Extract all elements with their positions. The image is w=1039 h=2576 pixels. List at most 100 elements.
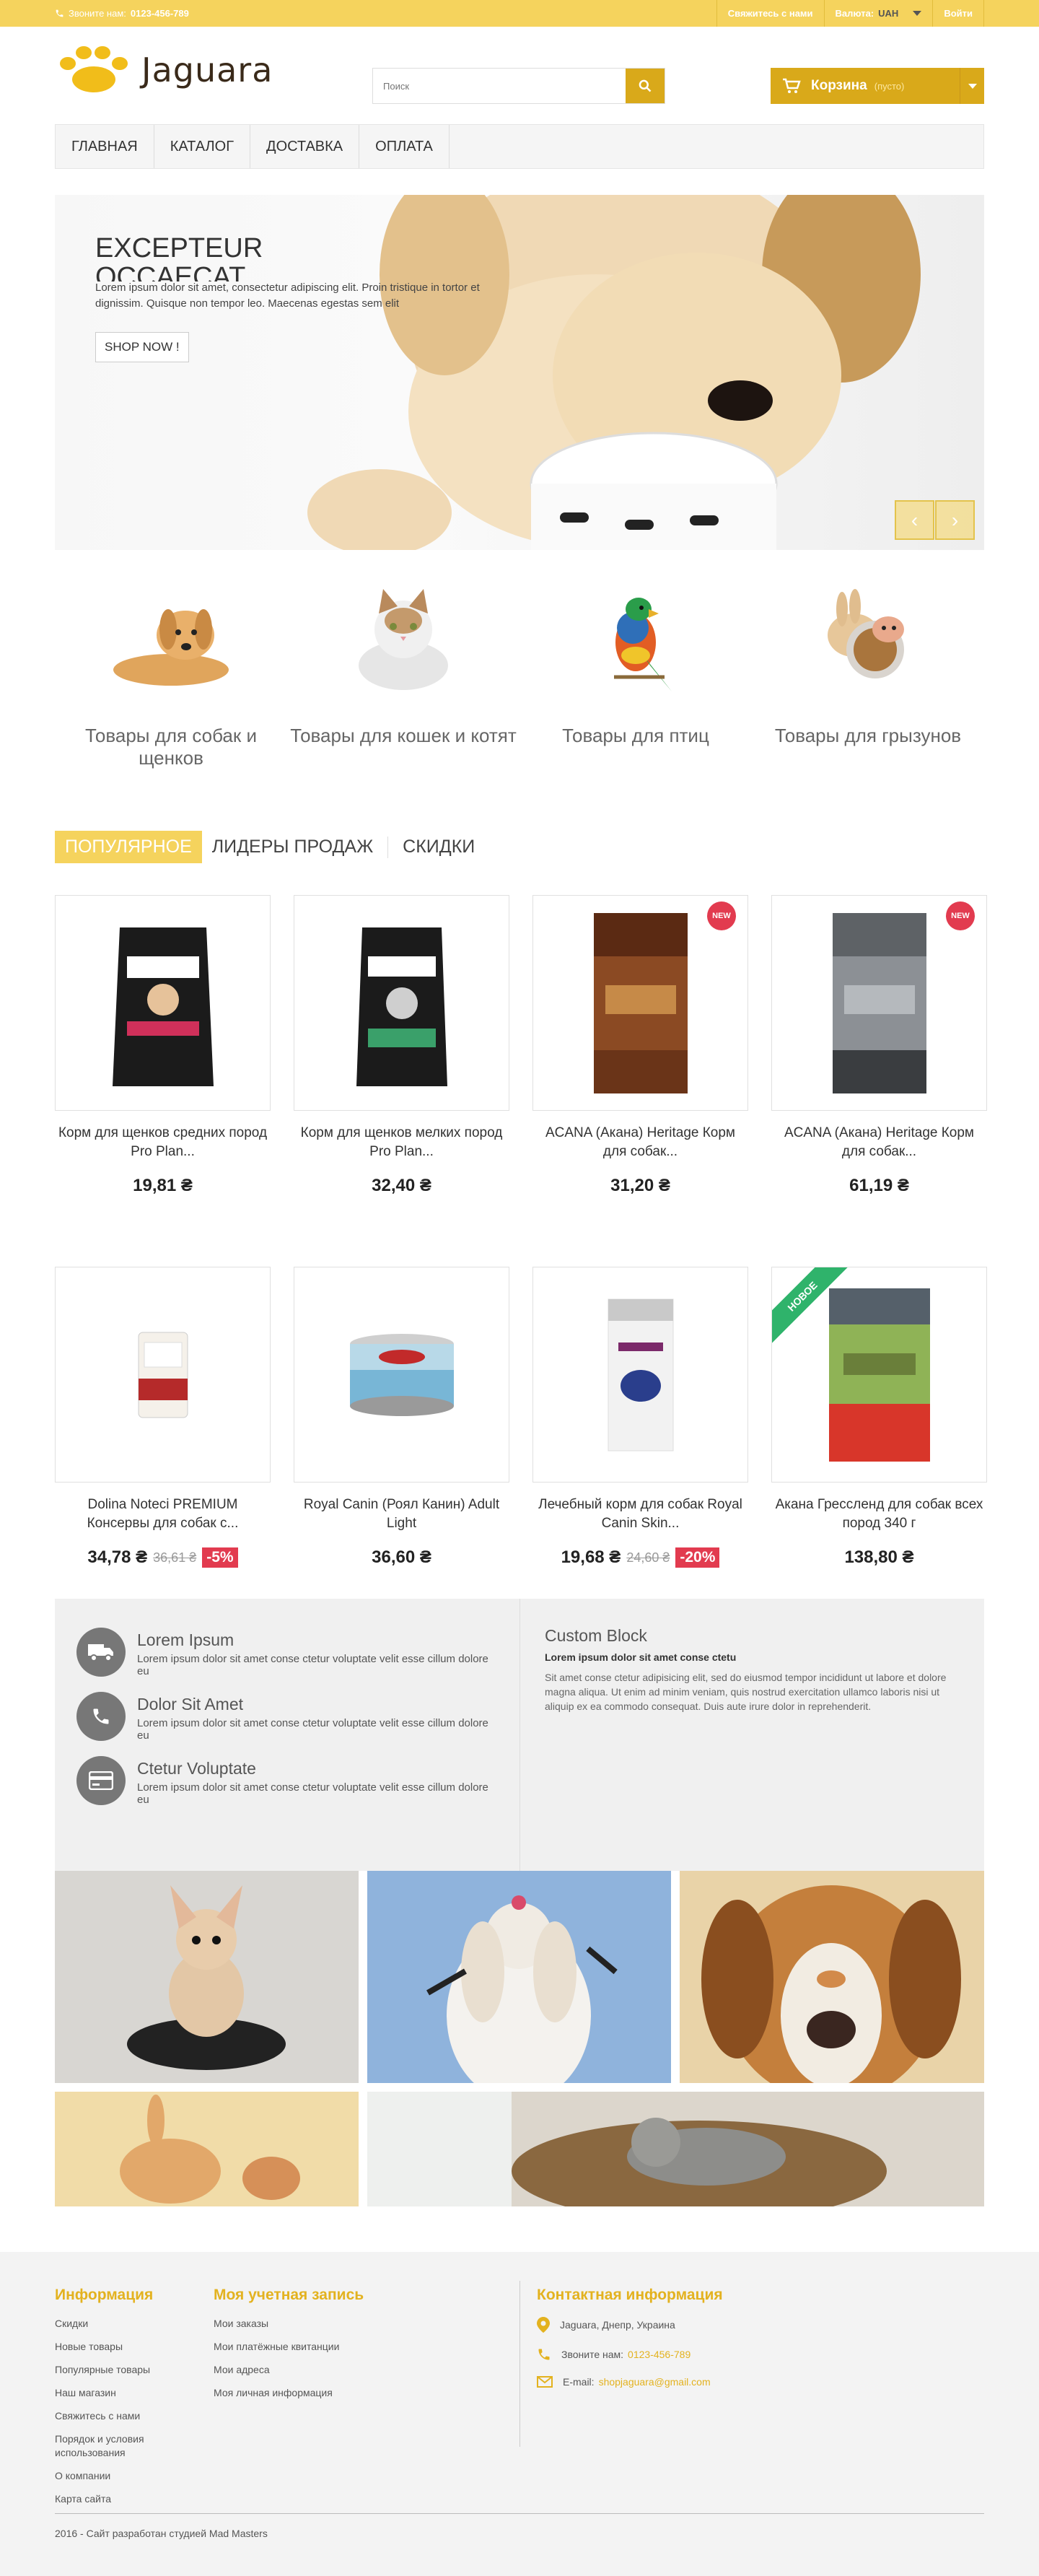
category-birds[interactable]: Товары для птиц: [520, 585, 752, 769]
custom-block-subtitle: Lorem ipsum dolor sit amet conse ctetu: [545, 1651, 737, 1663]
product-image[interactable]: [532, 1267, 748, 1483]
acana-bag-image: [832, 912, 926, 1093]
shop-now-button[interactable]: SHOP NOW !: [95, 332, 189, 362]
nav-item-delivery[interactable]: ДОСТАВКА: [250, 125, 360, 168]
login-link[interactable]: Войти: [932, 0, 984, 27]
product-card[interactable]: NEW ACANA (Акана) Heritage Корм для соба…: [532, 895, 748, 1196]
contact-link[interactable]: Свяжитесь с нами: [716, 0, 824, 27]
cart-dropdown-toggle[interactable]: [960, 68, 984, 104]
footer-link[interactable]: Порядок и условия использования: [55, 2432, 156, 2460]
paw-logo-icon: [60, 46, 128, 92]
category-cats[interactable]: Товары для кошек и котят: [287, 585, 520, 769]
nav-item-catalog[interactable]: КАТАЛОГ: [154, 125, 251, 168]
product-name[interactable]: Корм для щенков мелких пород Pro Plan...: [294, 1124, 509, 1161]
currency-selector[interactable]: Валюта: UAH: [823, 0, 933, 27]
info-block: Lorem Ipsum Lorem ipsum dolor sit amet c…: [55, 1599, 984, 1871]
slider-next-button[interactable]: ›: [935, 500, 975, 540]
search-icon: [639, 79, 652, 92]
footer-account-column: Моя учетная запись Мои заказы Мои платёж…: [214, 2287, 364, 2409]
product-card[interactable]: Лечебный корм для собак Royal Canin Skin…: [532, 1267, 748, 1568]
footer-link[interactable]: Карта сайта: [55, 2492, 156, 2506]
product-card[interactable]: Корм для щенков мелких пород Pro Plan...…: [294, 895, 509, 1196]
footer-link[interactable]: Свяжитесь с нами: [55, 2409, 156, 2423]
footer-link[interactable]: Скидки: [55, 2317, 156, 2331]
tab-discounts[interactable]: СКИДКИ: [393, 831, 485, 863]
feature-text: Lorem ipsum dolor sit amet conse ctetur …: [137, 1653, 488, 1677]
nav-item-payment[interactable]: ОПЛАТА: [359, 125, 450, 168]
footer-link[interactable]: О компании: [55, 2469, 156, 2483]
product-name[interactable]: Dolina Noteci PREMIUM Консервы для собак…: [55, 1496, 271, 1533]
product-image[interactable]: [294, 895, 509, 1111]
card-icon: [76, 1756, 126, 1805]
tab-bestsellers[interactable]: ЛИДЕРЫ ПРОДАЖ: [202, 831, 383, 863]
product-image[interactable]: [294, 1267, 509, 1483]
product-name[interactable]: Корм для щенков средних пород Pro Plan..…: [55, 1124, 271, 1161]
nav-item-home[interactable]: ГЛАВНАЯ: [56, 125, 154, 168]
truck-icon: [76, 1628, 126, 1677]
top-bar: Звоните нам: 0123-456-789 Свяжитесь с на…: [0, 0, 1039, 27]
product-name[interactable]: Royal Canin (Роял Канин) Adult Light: [294, 1496, 509, 1533]
product-card[interactable]: НОВОЕ Акана Грессленд для собак всех пор…: [771, 1267, 987, 1568]
product-card[interactable]: Корм для щенков средних пород Pro Plan..…: [55, 895, 271, 1196]
price-old: 24,60 ₴: [626, 1550, 670, 1565]
product-card[interactable]: Dolina Noteci PREMIUM Консервы для собак…: [55, 1267, 271, 1568]
feature-item: Ctetur Voluptate Lorem ipsum dolor sit a…: [76, 1756, 498, 1806]
footer-link[interactable]: Моя личная информация: [214, 2386, 364, 2400]
price-current: 19,68 ₴: [561, 1547, 621, 1567]
product-price: 61,19 ₴: [771, 1176, 987, 1196]
product-card[interactable]: NEW ACANA (Акана) Heritage Корм для соба…: [771, 895, 987, 1196]
product-image[interactable]: НОВОЕ: [771, 1267, 987, 1483]
gallery-photo-beagle[interactable]: [680, 1871, 984, 2083]
product-image[interactable]: NEW: [532, 895, 748, 1111]
product-price: 34,78 ₴ 36,61 ₴ -5%: [55, 1547, 271, 1568]
footer-info-title: Информация: [55, 2287, 154, 2303]
tab-divider: [387, 836, 389, 858]
product-grid-row-1: Корм для щенков средних пород Pro Plan..…: [55, 895, 987, 1196]
product-name[interactable]: Акана Грессленд для собак всех пород 340…: [771, 1496, 987, 1533]
can-image: [138, 1332, 188, 1418]
product-tabs: ПОПУЛЯРНОЕ ЛИДЕРЫ ПРОДАЖ СКИДКИ: [55, 831, 485, 863]
product-card[interactable]: Royal Canin (Роял Канин) Adult Light 36,…: [294, 1267, 509, 1568]
gallery-photo-cat[interactable]: [367, 2092, 984, 2206]
arrow-left-icon: ‹: [911, 508, 919, 531]
product-image[interactable]: NEW: [771, 895, 987, 1111]
phone-label: Звоните нам:: [69, 8, 126, 19]
royal-canin-can-image: [349, 1333, 454, 1416]
currency-label: Валюта:: [835, 8, 874, 19]
feature-text: Lorem ipsum dolor sit amet conse ctetur …: [137, 1717, 488, 1742]
search-input[interactable]: [373, 69, 626, 103]
product-price: 19,68 ₴ 24,60 ₴ -20%: [532, 1547, 748, 1568]
product-grid-row-2: Dolina Noteci PREMIUM Консервы для собак…: [55, 1267, 987, 1568]
gallery-photo-rabbit[interactable]: [55, 2092, 359, 2206]
gallery-photo-chihuahua[interactable]: [55, 1871, 359, 2083]
category-rodents[interactable]: Товары для грызунов: [752, 585, 984, 769]
category-name: Товары для птиц: [562, 725, 709, 746]
proplan-bag-image: [356, 927, 447, 1086]
phone-number[interactable]: 0123-456-789: [628, 2349, 691, 2360]
product-image[interactable]: [55, 1267, 271, 1483]
address-text: Jaguara, Днепр, Украина: [560, 2319, 675, 2331]
discount-badge: -5%: [202, 1547, 238, 1568]
footer-link[interactable]: Мои заказы: [214, 2317, 364, 2331]
footer-link[interactable]: Наш магазин: [55, 2386, 156, 2400]
email-link[interactable]: shopjaguara@gmail.com: [599, 2376, 711, 2388]
footer-link[interactable]: Мои адреса: [214, 2363, 364, 2377]
slider-prev-button[interactable]: ‹: [895, 500, 934, 540]
product-name[interactable]: ACANA (Акана) Heritage Корм для собак...: [771, 1124, 987, 1161]
phone-icon: [76, 1692, 126, 1741]
product-image[interactable]: [55, 895, 271, 1111]
chevron-down-icon: [913, 11, 922, 16]
footer-link[interactable]: Новые товары: [55, 2340, 156, 2354]
acana-grassland-bag-image: [828, 1288, 930, 1462]
cart-button[interactable]: Корзина (пусто): [771, 68, 984, 104]
tab-popular[interactable]: ПОПУЛЯРНОЕ: [55, 831, 202, 863]
search-button[interactable]: [626, 69, 665, 103]
product-name[interactable]: Лечебный корм для собак Royal Canin Skin…: [532, 1496, 748, 1533]
product-name[interactable]: ACANA (Акана) Heritage Корм для собак...: [532, 1124, 748, 1161]
footer-link[interactable]: Популярные товары: [55, 2363, 156, 2377]
gallery-photo-grooming[interactable]: [367, 1871, 671, 2083]
phone-icon: [538, 2349, 550, 2360]
logo[interactable]: Jaguara: [58, 45, 273, 95]
footer-link[interactable]: Мои платёжные квитанции: [214, 2340, 364, 2354]
category-dogs[interactable]: Товары для собак и щенков: [55, 585, 287, 769]
